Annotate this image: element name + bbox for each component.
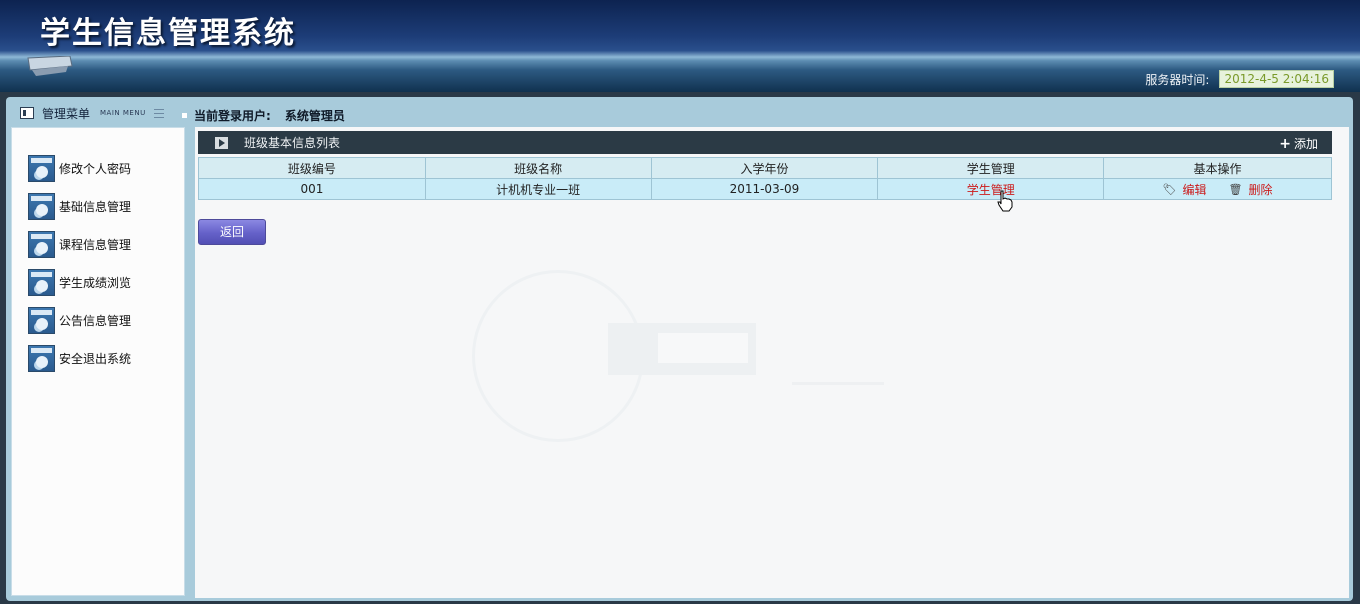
sidebar-item-label: 安全退出系统 xyxy=(59,351,132,366)
sidebar-header: 管理菜单 MAIN MENU xyxy=(8,100,185,126)
list-title: 班级基本信息列表 xyxy=(244,136,341,150)
cell-class-id: 001 xyxy=(198,178,426,200)
user-window-icon xyxy=(28,192,55,220)
class-table: 班级编号 班级名称 入学年份 学生管理 基本操作 001 计机机专业一班 201… xyxy=(198,157,1332,200)
sidebar-subtitle: MAIN MENU xyxy=(100,109,146,117)
collapse-menu-icon[interactable] xyxy=(153,108,164,118)
sidebar-item-label: 学生成绩浏览 xyxy=(59,275,132,290)
watermark-line xyxy=(792,382,884,385)
menu-panel-icon xyxy=(20,107,34,119)
plus-icon: + xyxy=(1279,135,1291,152)
monitor-icon xyxy=(27,56,73,76)
bullet-icon xyxy=(182,113,187,118)
cell-enroll-year: 2011-03-09 xyxy=(650,178,879,200)
app-header: 学生信息管理系统 服务器时间: 2012-4-5 2:04:16 xyxy=(0,0,1360,92)
sidebar-item-change-password[interactable]: 修改个人密码 xyxy=(28,154,131,182)
sidebar-item-logout[interactable]: 安全退出系统 xyxy=(28,344,131,372)
user-window-icon xyxy=(28,306,55,334)
user-window-icon xyxy=(28,230,55,258)
user-window-icon xyxy=(28,344,55,372)
server-time: 服务器时间: 2012-4-5 2:04:16 xyxy=(1145,70,1334,88)
cell-class-name: 计机机专业一班 xyxy=(424,178,652,200)
current-user-name: 系统管理员 xyxy=(284,109,345,123)
column-header: 学生管理 xyxy=(877,157,1105,179)
tag-icon: 🏷︎ xyxy=(1162,182,1177,196)
sidebar-item-label: 修改个人密码 xyxy=(59,161,132,176)
delete-label: 删除 xyxy=(1248,182,1273,197)
delete-link[interactable]: 🗑︎ 删除 xyxy=(1229,181,1273,198)
column-header: 入学年份 xyxy=(650,157,879,179)
list-header: 班级基本信息列表 + 添加 xyxy=(198,131,1332,154)
sidebar-item-label: 课程信息管理 xyxy=(59,237,132,252)
table-header-row: 班级编号 班级名称 入学年份 学生管理 基本操作 xyxy=(198,157,1332,179)
server-time-value: 2012-4-5 2:04:16 xyxy=(1219,70,1334,88)
cell-operations: 🏷︎ 编辑 🗑︎ 删除 xyxy=(1103,178,1332,200)
column-header: 基本操作 xyxy=(1103,157,1332,179)
current-user-label: 当前登录用户: xyxy=(194,109,271,123)
column-header: 班级编号 xyxy=(198,157,426,179)
sidebar-item-course-info[interactable]: 课程信息管理 xyxy=(28,230,131,258)
play-icon xyxy=(215,136,228,149)
current-user-bar: 当前登录用户: 系统管理员 xyxy=(182,107,345,124)
app-title: 学生信息管理系统 xyxy=(40,16,296,51)
edit-label: 编辑 xyxy=(1182,182,1207,197)
edit-link[interactable]: 🏷︎ 编辑 xyxy=(1163,181,1207,198)
table-row: 001 计机机专业一班 2011-03-09 学生管理 🏷︎ 编辑 🗑︎ 删除 xyxy=(198,178,1332,200)
sidebar-item-basic-info[interactable]: 基础信息管理 xyxy=(28,192,131,220)
user-window-icon xyxy=(28,154,55,182)
sidebar-item-label: 公告信息管理 xyxy=(59,313,132,328)
hand-cursor-icon xyxy=(997,190,1013,212)
add-label: 添加 xyxy=(1293,137,1318,151)
column-header: 班级名称 xyxy=(424,157,652,179)
sidebar-item-label: 基础信息管理 xyxy=(59,199,132,214)
user-window-icon xyxy=(28,268,55,296)
sidebar-item-announcements[interactable]: 公告信息管理 xyxy=(28,306,131,334)
sidebar: 修改个人密码 基础信息管理 课程信息管理 学生成绩浏览 公告信息管理 安全退出系… xyxy=(11,127,185,596)
back-button[interactable]: 返回 xyxy=(198,219,266,245)
cell-student-management: 学生管理 xyxy=(877,178,1105,200)
operations-group: 🏷︎ 编辑 🗑︎ 删除 xyxy=(1163,181,1273,198)
add-button[interactable]: + 添加 xyxy=(1279,135,1318,152)
watermark-rect-inner xyxy=(658,333,748,363)
sidebar-title: 管理菜单 xyxy=(42,106,91,121)
sidebar-item-grades[interactable]: 学生成绩浏览 xyxy=(28,268,131,296)
trash-icon: 🗑︎ xyxy=(1228,182,1243,196)
server-time-label: 服务器时间: xyxy=(1145,72,1210,87)
